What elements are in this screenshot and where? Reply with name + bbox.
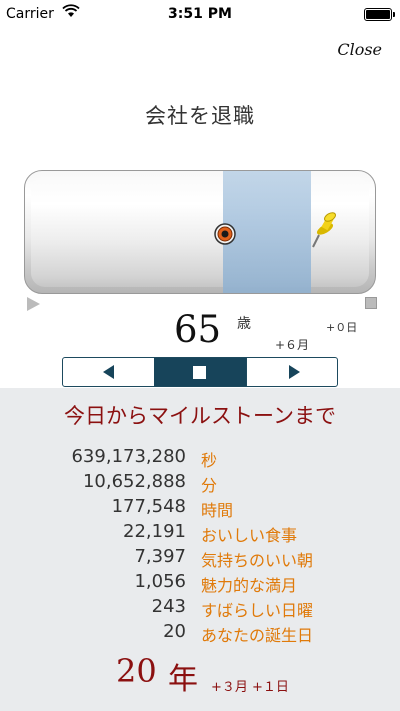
stat-value: 10,652,888 [82,471,186,492]
years-remaining-extra: +３月 +１日 [211,680,289,695]
stat-value: 7,397 [134,546,186,567]
stat-value: 177,548 [111,496,186,517]
stat-row: 7,397 気持ちのいい朝 [0,546,400,570]
stat-value: 639,173,280 [71,446,186,467]
milestone-stats-panel: 今日からマイルストーンまで 639,173,280 秒 10,652,888 分… [0,388,400,711]
stats-title: 今日からマイルストーンまで [64,404,336,428]
stat-label: 時間 [201,501,234,520]
stat-row: 1,056 魅力的な満月 [0,571,400,595]
stat-row: 177,548 時間 [0,496,400,520]
battery-icon [364,8,395,21]
age-value: 65 [174,308,222,351]
stat-row: 22,191 おいしい食事 [0,521,400,545]
age-unit: 歳 [237,316,251,332]
stop-button[interactable] [154,358,246,386]
stat-label: おいしい食事 [201,526,298,545]
age-extra-months: +６月 [275,338,310,352]
years-remaining-value: 20 [116,652,157,690]
pushpin-icon[interactable] [309,211,339,249]
next-button[interactable] [246,358,337,386]
play-right-icon [289,365,300,379]
previous-button[interactable] [63,358,154,386]
clock-time: 3:51 PM [168,6,232,22]
stat-value: 22,191 [123,521,186,542]
stat-row: 639,173,280 秒 [0,446,400,470]
stat-label: あなたの誕生日 [201,626,314,645]
stat-value: 243 [151,596,186,617]
stat-label: すばらしい日曜 [201,601,314,620]
timeline-end-icon [365,297,377,309]
age-extra-days: +０日 [326,321,358,334]
close-button[interactable]: Close [337,40,382,59]
milestone-range-band[interactable] [223,171,311,293]
years-remaining-unit: 年 [168,662,198,697]
timeline-slider[interactable] [24,170,376,294]
stat-value: 1,056 [134,571,186,592]
stat-row: 243 すばらしい日曜 [0,596,400,620]
stat-label: 気持ちのいい朝 [201,551,314,570]
timeline-start-icon [27,297,40,311]
status-bar: Carrier 3:51 PM [0,0,400,30]
play-left-icon [103,365,114,379]
page-title: 会社を退職 [145,104,255,128]
stat-label: 魅力的な満月 [201,576,298,595]
playback-controls [62,357,338,387]
stop-icon [193,366,206,379]
stat-value: 20 [163,621,186,642]
stat-row: 10,652,888 分 [0,471,400,495]
stat-label: 秒 [201,451,218,470]
stat-label: 分 [201,476,218,495]
stat-row: 20 あなたの誕生日 [0,621,400,645]
target-marker-icon[interactable] [214,223,236,245]
